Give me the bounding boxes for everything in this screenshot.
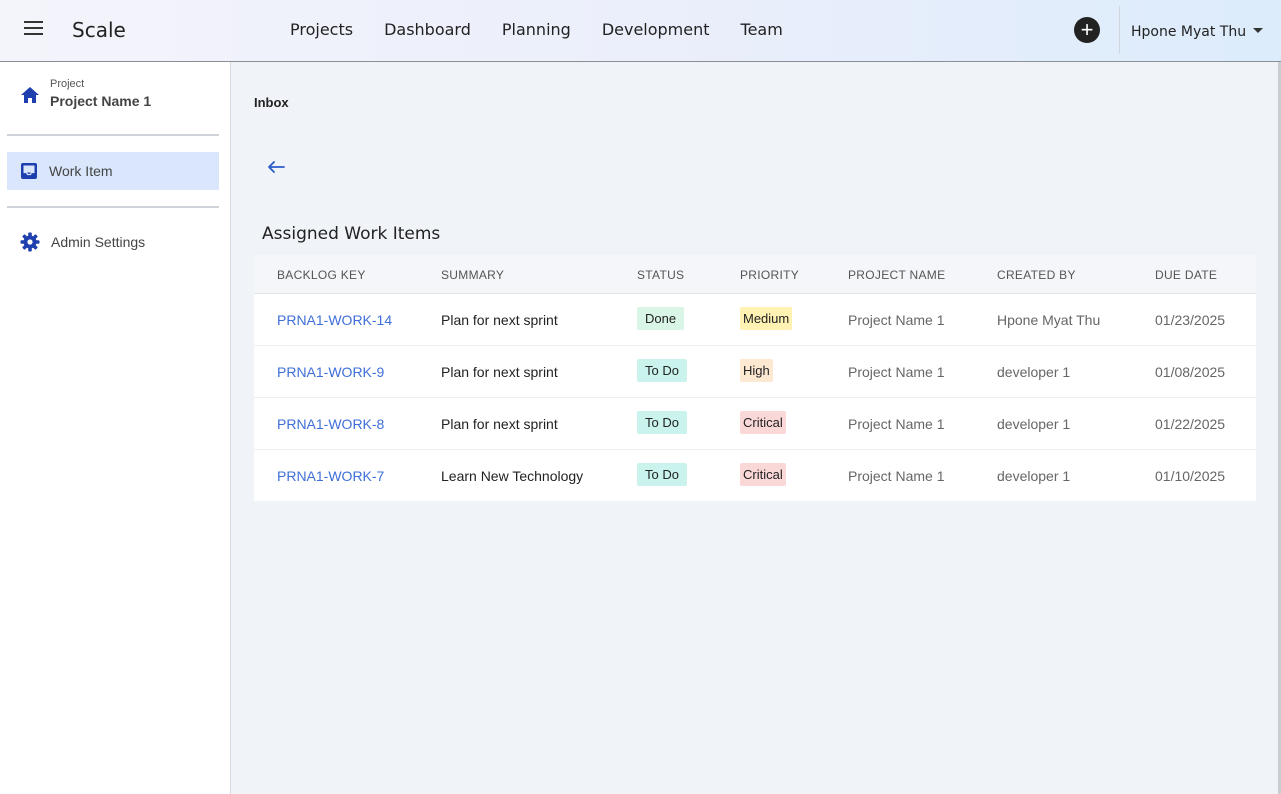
sidebar-item-admin-settings[interactable]: Admin Settings	[7, 223, 219, 261]
header-priority[interactable]: PRIORITY	[740, 268, 799, 282]
user-name: Hpone Myat Thu	[1131, 24, 1247, 40]
status-badge: Done	[637, 307, 685, 330]
caret-down-icon	[1253, 27, 1264, 33]
due-date-cell: 01/10/2025	[1155, 468, 1226, 484]
table-header: BACKLOG KEY SUMMARY STATUS PRIORITY PROJ…	[254, 255, 1256, 294]
sidebar-divider	[7, 206, 219, 208]
back-arrow-icon[interactable]	[266, 158, 286, 176]
section-title: Assigned Work Items	[262, 224, 441, 244]
summary-cell: Plan for next sprint	[441, 416, 558, 432]
menu-icon[interactable]	[24, 21, 43, 37]
project-name: Project Name 1	[50, 93, 152, 109]
priority-badge: Critical	[740, 411, 786, 434]
sidebar-item-label: Admin Settings	[51, 234, 146, 250]
nav-projects[interactable]: Projects	[290, 20, 353, 39]
user-menu[interactable]: Hpone Myat Thu	[1131, 24, 1264, 40]
backlog-key-link[interactable]: PRNA1-WORK-7	[277, 468, 384, 484]
breadcrumb[interactable]: Inbox	[254, 95, 289, 110]
created-by-cell: developer 1	[997, 364, 1071, 380]
header-due-date[interactable]: DUE DATE	[1155, 268, 1217, 282]
add-button[interactable]: +	[1074, 17, 1100, 43]
header-created-by[interactable]: CREATED BY	[997, 268, 1076, 282]
nav-dashboard[interactable]: Dashboard	[384, 20, 471, 39]
summary-cell: Plan for next sprint	[441, 312, 558, 328]
due-date-cell: 01/23/2025	[1155, 312, 1226, 328]
created-by-cell: developer 1	[997, 468, 1071, 484]
gear-icon	[20, 232, 40, 252]
table-row[interactable]: PRNA1-WORK-8 Plan for next sprint To Do …	[254, 398, 1256, 450]
project-selector[interactable]: Project Project Name 1	[20, 78, 151, 109]
app-brand[interactable]: Scale	[72, 18, 126, 42]
status-badge: To Do	[637, 359, 687, 382]
table-row[interactable]: PRNA1-WORK-14 Plan for next sprint Done …	[254, 294, 1256, 346]
top-bar: Scale Projects Dashboard Planning Develo…	[0, 0, 1281, 62]
plus-icon: +	[1080, 17, 1094, 42]
header-backlog-key[interactable]: BACKLOG KEY	[277, 268, 366, 282]
table-row[interactable]: PRNA1-WORK-7 Learn New Technology To Do …	[254, 450, 1256, 501]
priority-badge: High	[740, 359, 773, 382]
header-project-name[interactable]: PROJECT NAME	[848, 268, 945, 282]
sidebar-item-label: Work Item	[49, 163, 113, 179]
priority-badge: Medium	[740, 307, 793, 330]
due-date-cell: 01/22/2025	[1155, 416, 1226, 432]
nav-planning[interactable]: Planning	[502, 20, 571, 39]
nav-team[interactable]: Team	[741, 20, 783, 39]
sidebar-divider	[7, 134, 219, 136]
created-by-cell: Hpone Myat Thu	[997, 312, 1101, 328]
home-icon	[21, 87, 39, 103]
project-name-cell: Project Name 1	[848, 468, 945, 484]
project-label: Project	[50, 78, 85, 90]
backlog-key-link[interactable]: PRNA1-WORK-8	[277, 416, 384, 432]
project-name-cell: Project Name 1	[848, 312, 945, 328]
summary-cell: Plan for next sprint	[441, 364, 558, 380]
divider	[1119, 6, 1120, 54]
due-date-cell: 01/08/2025	[1155, 364, 1226, 380]
backlog-key-link[interactable]: PRNA1-WORK-9	[277, 364, 384, 380]
header-summary[interactable]: SUMMARY	[441, 268, 504, 282]
project-name-cell: Project Name 1	[848, 416, 945, 432]
table-row[interactable]: PRNA1-WORK-9 Plan for next sprint To Do …	[254, 346, 1256, 398]
summary-cell: Learn New Technology	[441, 468, 584, 484]
work-items-table: BACKLOG KEY SUMMARY STATUS PRIORITY PROJ…	[254, 255, 1256, 501]
status-badge: To Do	[637, 411, 687, 434]
header-status[interactable]: STATUS	[637, 268, 684, 282]
inbox-icon	[21, 163, 37, 179]
sidebar-item-work-item[interactable]: Work Item	[7, 152, 219, 190]
priority-badge: Critical	[740, 463, 786, 486]
sidebar: Project Project Name 1 Work Item Admin S…	[0, 62, 231, 794]
created-by-cell: developer 1	[997, 416, 1071, 432]
status-badge: To Do	[637, 463, 687, 486]
backlog-key-link[interactable]: PRNA1-WORK-14	[277, 312, 392, 328]
project-name-cell: Project Name 1	[848, 364, 945, 380]
nav-development[interactable]: Development	[602, 20, 710, 39]
top-nav: Projects Dashboard Planning Development …	[290, 20, 814, 39]
